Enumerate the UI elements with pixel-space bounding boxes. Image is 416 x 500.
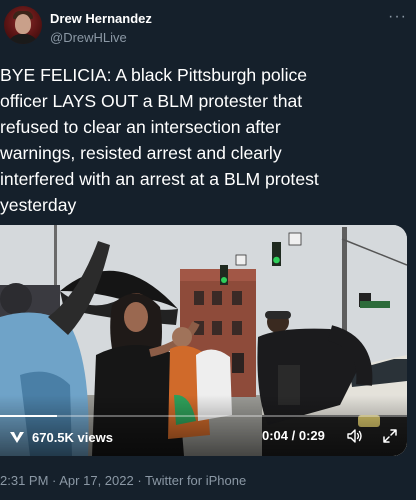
meta-separator: · [133, 473, 146, 488]
tweet-date[interactable]: Apr 17, 2022 [59, 473, 133, 488]
progress-track[interactable] [0, 415, 407, 417]
fullscreen-icon[interactable] [382, 428, 398, 444]
avatar-face [15, 14, 31, 34]
tweet-source[interactable]: Twitter for iPhone [145, 473, 246, 488]
more-icon[interactable]: ··· [388, 8, 407, 26]
tweet-time[interactable]: 2:31 PM [0, 473, 48, 488]
tweet-meta: 2:31 PM · Apr 17, 2022 · Twitter for iPh… [0, 473, 246, 488]
progress-fill [0, 415, 57, 417]
avatar[interactable] [4, 6, 42, 44]
video-player[interactable] [0, 225, 407, 456]
video-frame [0, 225, 407, 456]
tweet-text: BYE FELICIA: A black Pittsburgh police o… [0, 65, 319, 215]
views-label: 670.5K views [32, 429, 113, 445]
author-name[interactable]: Drew Hernandez [50, 11, 152, 26]
meta-separator: · [48, 473, 60, 488]
volume-icon[interactable] [347, 428, 363, 444]
author-handle[interactable]: @DrewHLive [50, 30, 127, 45]
views-icon [10, 432, 24, 443]
video-time: 0:04 / 0:29 [262, 428, 325, 443]
views-count: 670.5K views [8, 428, 113, 446]
tweet-header: Drew Hernandez @DrewHLive ··· [0, 0, 416, 56]
avatar-shoulders [7, 34, 39, 44]
